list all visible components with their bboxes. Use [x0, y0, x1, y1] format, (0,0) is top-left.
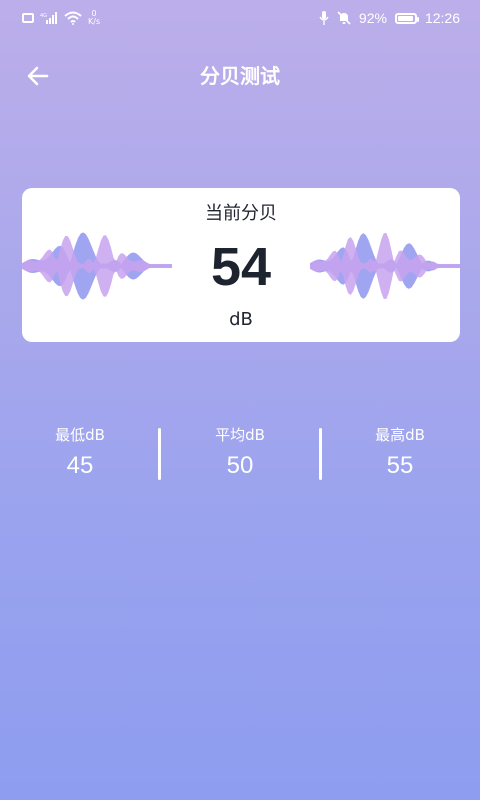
screen-record-icon — [22, 13, 34, 23]
stat-min-value: 45 — [66, 452, 94, 479]
network-speed: 0 K/s — [88, 9, 101, 26]
db-unit: dB — [229, 309, 253, 330]
svg-text:4G: 4G — [40, 13, 47, 19]
status-bar: 4G 0 K/s 92% 12:26 — [0, 0, 480, 38]
battery-percent: 92% — [358, 10, 387, 26]
stat-max-label: 最高dB — [375, 426, 425, 444]
stat-max-value: 55 — [386, 452, 414, 479]
page-title: 分贝测试 — [200, 64, 280, 88]
status-right: 92% 12:26 — [319, 10, 460, 26]
sound-wave-right — [310, 232, 460, 300]
status-left: 4G 0 K/s — [22, 10, 100, 26]
stat-avg-label: 平均dB — [215, 426, 265, 444]
stat-min: 最低dB 45 — [0, 424, 160, 482]
stat-max: 最高dB 55 — [320, 424, 480, 482]
stats-row: 最低dB 45 平均dB 50 最高dB 55 — [0, 424, 480, 484]
stat-min-label: 最低dB — [55, 426, 105, 444]
stat-avg: 平均dB 50 — [160, 424, 320, 482]
wave-fill-b — [310, 232, 460, 300]
decibel-card: 当前分贝 54 dB — [22, 188, 460, 342]
stat-avg-value: 50 — [226, 452, 254, 479]
mute-bell-icon — [337, 11, 351, 25]
mic-icon — [319, 11, 329, 25]
status-time: 12:26 — [424, 10, 460, 26]
battery-fill — [397, 15, 413, 21]
signal-icon: 4G — [40, 12, 57, 24]
current-db-label: 当前分贝 — [205, 203, 277, 224]
battery-icon — [394, 12, 419, 24]
wifi-icon — [64, 11, 82, 25]
